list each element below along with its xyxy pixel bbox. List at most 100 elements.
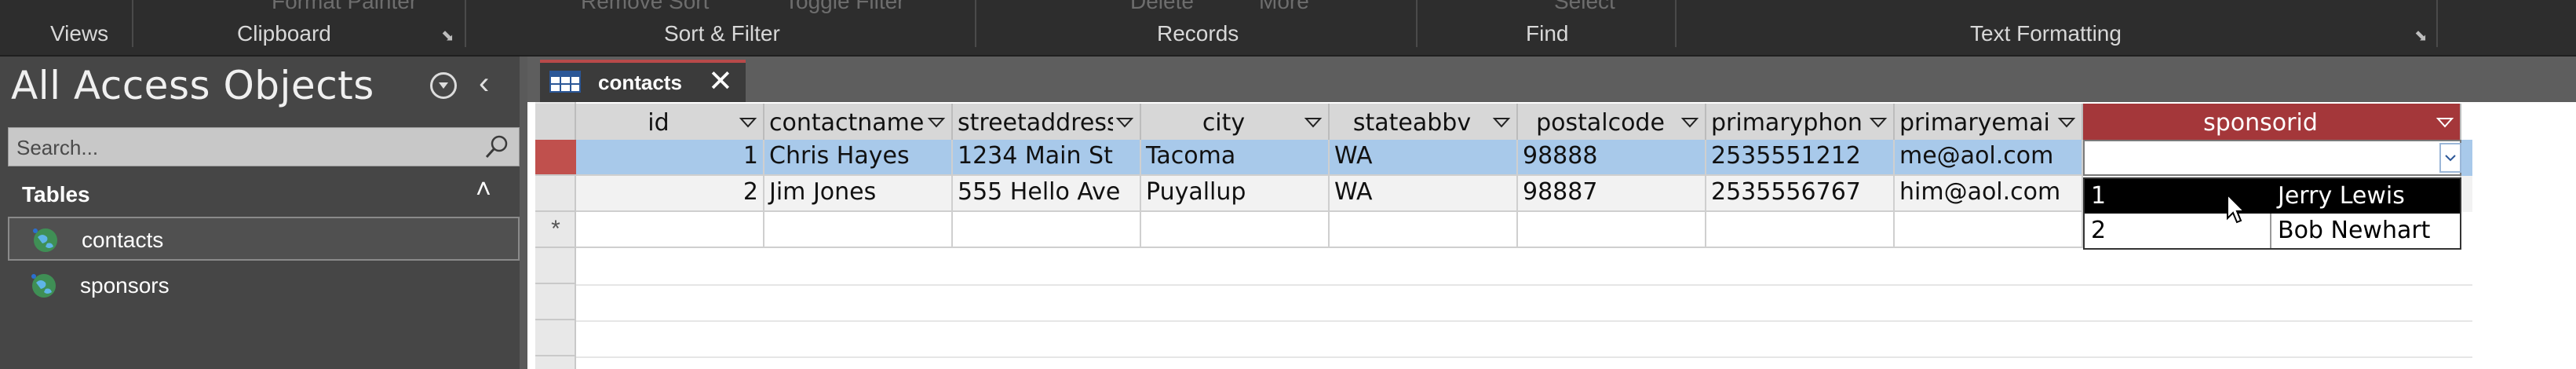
search-input[interactable] bbox=[15, 133, 465, 163]
cell-city[interactable]: Tacoma bbox=[1141, 140, 1330, 176]
grid-line bbox=[576, 356, 2472, 358]
column-header-label: city bbox=[1202, 109, 1246, 137]
grid-line bbox=[576, 284, 2472, 286]
cell-streetaddress[interactable]: 555 Hello Ave bbox=[953, 176, 1141, 212]
datasheet-icon bbox=[549, 71, 581, 93]
dropdown-option-bob-newhart[interactable]: 2 Bob Newhart bbox=[2085, 214, 2460, 248]
ribbon-group-clipboard: Clipboard bbox=[237, 21, 331, 46]
close-icon[interactable]: ✕ bbox=[708, 64, 733, 99]
ribbon-separator bbox=[2436, 0, 2438, 47]
dropdown-option-jerry-lewis[interactable]: 1 Jerry Lewis bbox=[2085, 179, 2460, 214]
text-formatting-launcher-icon[interactable]: ⬊ bbox=[2414, 28, 2430, 44]
filter-dropdown-icon[interactable] bbox=[1115, 111, 1135, 132]
nav-item-contacts[interactable]: contacts bbox=[8, 217, 520, 261]
tab-contacts[interactable]: contacts ✕ bbox=[540, 60, 746, 102]
column-header-primaryemail[interactable]: primaryemai bbox=[1895, 104, 2083, 140]
cell-id[interactable]: 1 bbox=[576, 140, 764, 176]
navigation-pane: All Access Objects ‹ Tables ˄ contacts s… bbox=[0, 57, 527, 369]
new-cell[interactable] bbox=[1518, 212, 1706, 248]
cell-primaryemail[interactable]: him@aol.com bbox=[1895, 176, 2083, 212]
combo-dropdown-button[interactable] bbox=[2439, 143, 2461, 173]
linked-table-globe-icon bbox=[33, 228, 57, 252]
sponsor-dropdown-list: 1 Jerry Lewis 2 Bob Newhart bbox=[2083, 177, 2461, 250]
nav-title: All Access Objects bbox=[11, 63, 374, 108]
cell-primaryphone[interactable]: 2535551212 bbox=[1706, 140, 1895, 176]
new-cell[interactable] bbox=[1895, 212, 2083, 248]
new-cell[interactable] bbox=[1706, 212, 1895, 248]
tables-section-header[interactable]: Tables bbox=[22, 182, 90, 207]
search-icon[interactable] bbox=[484, 134, 509, 159]
column-header-label: primaryphon bbox=[1711, 109, 1863, 137]
section-collapse-chevron-icon[interactable]: ˄ bbox=[476, 174, 491, 205]
cell-stateabbv[interactable]: WA bbox=[1330, 176, 1518, 212]
nav-collapse-chevron-icon[interactable]: ‹ bbox=[479, 66, 489, 101]
new-record-marker[interactable]: * bbox=[535, 212, 576, 248]
column-header-sponsorid[interactable]: sponsorid bbox=[2083, 104, 2461, 140]
select-button[interactable]: Select bbox=[1554, 0, 1648, 16]
cell-contactname[interactable]: Chris Hayes bbox=[764, 140, 953, 176]
cell-contactname[interactable]: Jim Jones bbox=[764, 176, 953, 212]
format-painter-button[interactable]: Format Painter bbox=[272, 0, 444, 16]
select-all-corner[interactable] bbox=[535, 104, 576, 140]
column-header-label: primaryemai bbox=[1899, 109, 2050, 137]
filter-dropdown-icon[interactable] bbox=[2056, 111, 2077, 132]
cell-city[interactable]: Puyallup bbox=[1141, 176, 1330, 212]
column-header-label: id bbox=[648, 109, 670, 137]
column-header-label: stateabbv bbox=[1352, 109, 1472, 137]
nav-item-label: contacts bbox=[82, 228, 164, 252]
filter-dropdown-icon[interactable] bbox=[1680, 111, 1700, 132]
column-header-label: streetaddress bbox=[958, 109, 1113, 137]
nav-item-sponsors[interactable]: sponsors bbox=[8, 264, 520, 308]
record-selector bbox=[535, 248, 576, 284]
column-header-primaryphone[interactable]: primaryphon bbox=[1706, 104, 1895, 140]
filter-dropdown-icon[interactable] bbox=[926, 111, 947, 132]
cell-postalcode[interactable]: 98888 bbox=[1518, 140, 1706, 176]
record-selector[interactable] bbox=[535, 176, 576, 212]
ribbon: Format Painter Remove Sort Toggle Filter… bbox=[0, 0, 2576, 57]
column-header-contactname[interactable]: contactname bbox=[764, 104, 953, 140]
more-button[interactable]: More bbox=[1259, 0, 1361, 16]
record-selector-current[interactable] bbox=[535, 140, 576, 176]
tab-label: contacts bbox=[598, 71, 682, 94]
column-header-label: postalcode bbox=[1536, 109, 1665, 137]
option-id: 2 bbox=[2091, 217, 2107, 244]
cell-primaryemail[interactable]: me@aol.com bbox=[1895, 140, 2083, 176]
sponsorid-combo-input[interactable] bbox=[2083, 140, 2461, 176]
filter-dropdown-icon[interactable] bbox=[1868, 111, 1888, 132]
new-cell[interactable] bbox=[1330, 212, 1518, 248]
ribbon-group-text-formatting: Text Formatting bbox=[1970, 21, 2122, 46]
filter-dropdown-icon[interactable] bbox=[1303, 111, 1323, 132]
filter-dropdown-icon[interactable] bbox=[2435, 111, 2455, 132]
ribbon-separator bbox=[1416, 0, 1418, 47]
mouse-pointer-icon bbox=[2227, 193, 2245, 224]
cell-primaryphone[interactable]: 2535556767 bbox=[1706, 176, 1895, 212]
new-cell[interactable] bbox=[576, 212, 764, 248]
new-cell[interactable] bbox=[1141, 212, 1330, 248]
new-cell[interactable] bbox=[953, 212, 1141, 248]
column-header-city[interactable]: city bbox=[1141, 104, 1330, 140]
column-header-stateabbv[interactable]: stateabbv bbox=[1330, 104, 1518, 140]
nav-menu-dropdown-icon[interactable] bbox=[430, 72, 457, 99]
filter-dropdown-icon[interactable] bbox=[1491, 111, 1512, 132]
remove-sort-button[interactable]: Remove Sort bbox=[581, 0, 761, 16]
new-cell[interactable] bbox=[764, 212, 953, 248]
delete-button[interactable]: Delete bbox=[1130, 0, 1224, 16]
ribbon-separator bbox=[975, 0, 976, 47]
column-header-id[interactable]: id bbox=[576, 104, 764, 140]
ribbon-group-find: Find bbox=[1526, 21, 1569, 46]
cell-streetaddress[interactable]: 1234 Main St bbox=[953, 140, 1141, 176]
clipboard-launcher-icon[interactable]: ⬊ bbox=[441, 28, 457, 44]
column-header-postalcode[interactable]: postalcode bbox=[1518, 104, 1706, 140]
column-header-streetaddress[interactable]: streetaddress bbox=[953, 104, 1141, 140]
column-divider bbox=[2270, 214, 2271, 248]
ribbon-separator bbox=[132, 0, 133, 47]
cell-stateabbv[interactable]: WA bbox=[1330, 140, 1518, 176]
cell-id[interactable]: 2 bbox=[576, 176, 764, 212]
cell-postalcode[interactable]: 98887 bbox=[1518, 176, 1706, 212]
filter-dropdown-icon[interactable] bbox=[738, 111, 758, 132]
column-header-label: sponsorid bbox=[2203, 109, 2318, 137]
toggle-filter-button[interactable]: Toggle Filter bbox=[785, 0, 950, 16]
record-selector bbox=[535, 284, 576, 320]
ribbon-group-records: Records bbox=[1157, 21, 1239, 46]
option-name: Jerry Lewis bbox=[2278, 182, 2405, 210]
